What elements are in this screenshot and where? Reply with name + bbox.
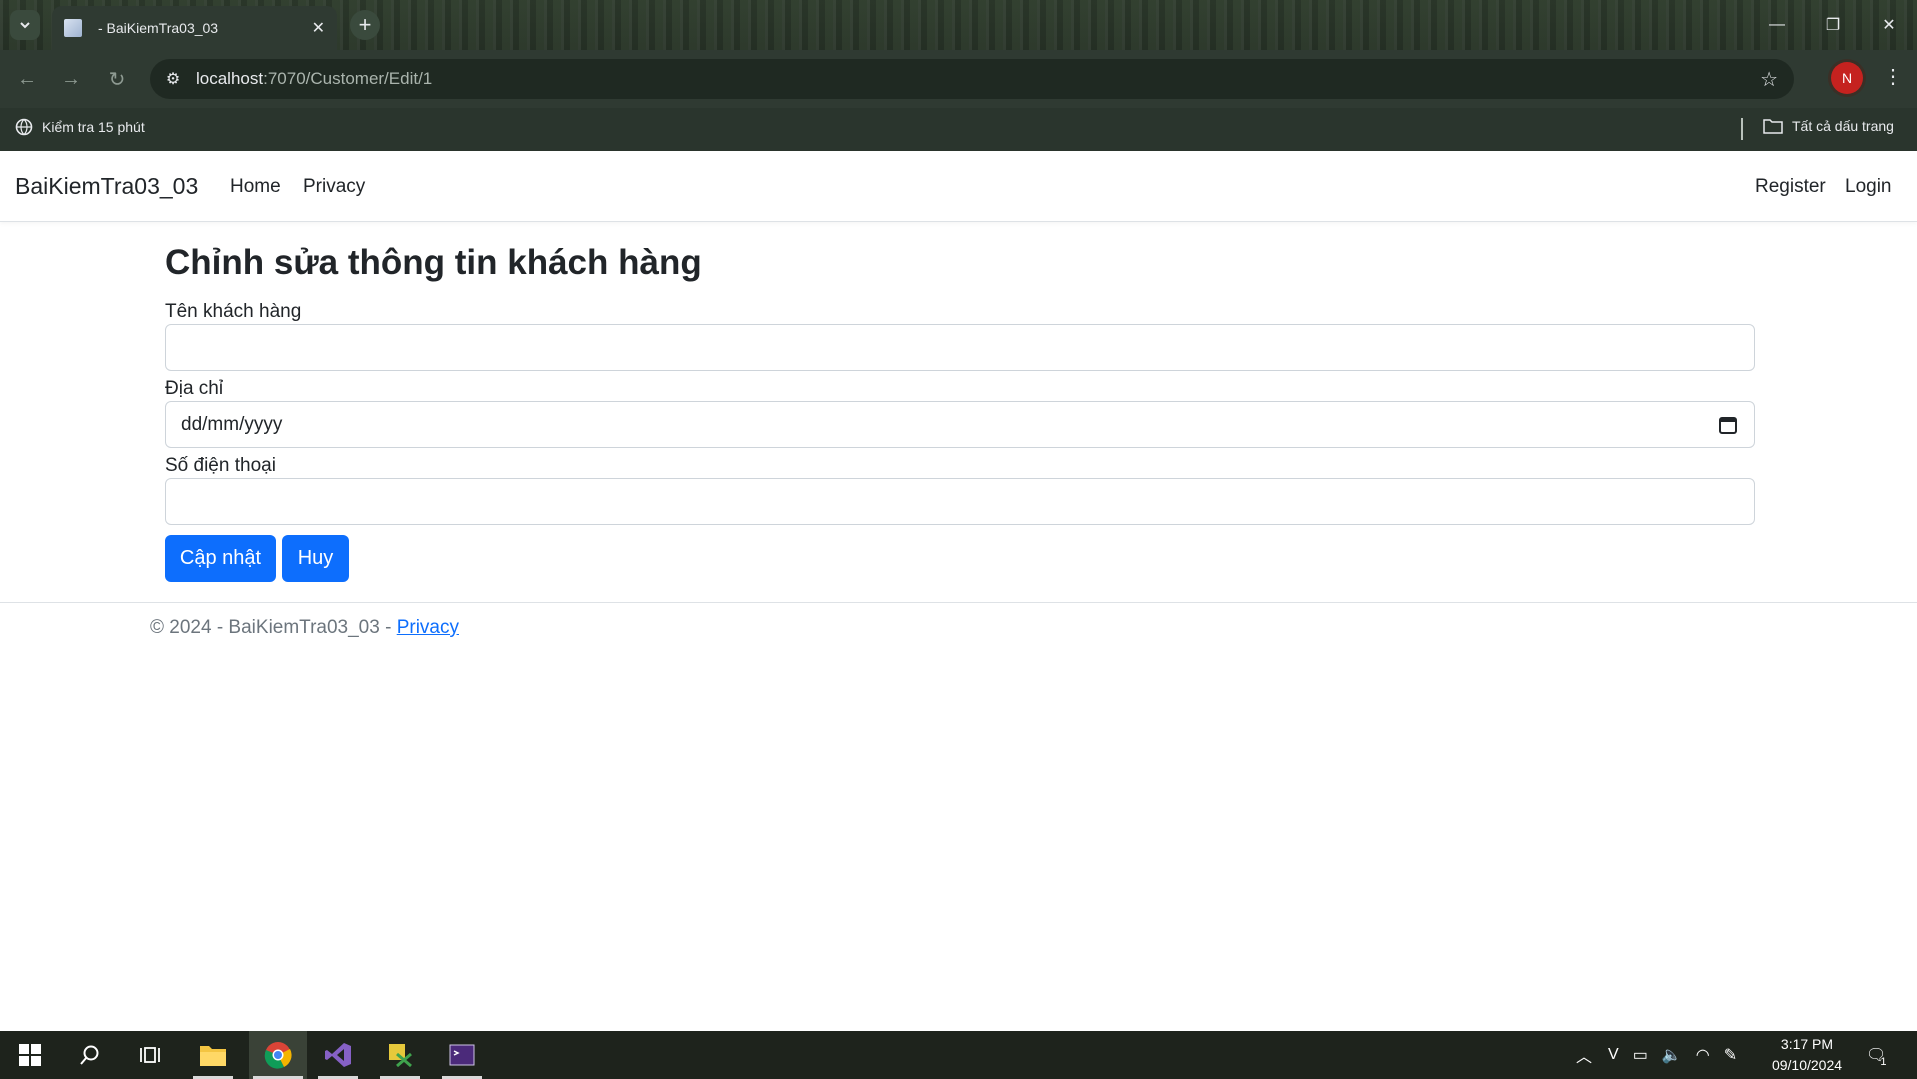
wifi-icon[interactable]: ◠ xyxy=(1696,1045,1710,1065)
nav-link-register[interactable]: Register xyxy=(1755,176,1826,198)
plus-icon: + xyxy=(358,12,372,37)
footer-privacy-link[interactable]: Privacy xyxy=(397,617,459,638)
app-tool-icon xyxy=(389,1044,412,1068)
cancel-button[interactable]: Huy xyxy=(282,535,349,582)
start-button[interactable] xyxy=(6,1031,54,1079)
close-icon[interactable]: ✕ xyxy=(312,18,325,38)
folder-icon xyxy=(200,1046,226,1066)
restore-button[interactable]: ❐ xyxy=(1805,0,1861,50)
globe-icon xyxy=(15,118,33,136)
url-host: localhost xyxy=(196,69,264,88)
web-page: BaiKiemTra03_03 Home Privacy Register Lo… xyxy=(0,151,1917,1031)
pen-icon[interactable]: ✎ xyxy=(1724,1045,1737,1065)
calendar-icon[interactable] xyxy=(1718,415,1738,435)
bookmark-label: Kiểm tra 15 phút xyxy=(42,119,145,135)
arrow-right-icon: → xyxy=(61,67,81,90)
address-value: dd/mm/yyyy xyxy=(181,413,283,435)
site-settings-icon[interactable]: ⚙ xyxy=(158,69,188,89)
folder-icon xyxy=(1763,119,1783,134)
address-bar[interactable]: ⚙ localhost:7070/Customer/Edit/1 ☆ xyxy=(150,59,1794,99)
phone-input[interactable] xyxy=(165,478,1755,525)
customer-name-label: Tên khách hàng xyxy=(165,301,302,322)
clock-time: 3:17 PM xyxy=(1780,1036,1834,1052)
notification-center-button[interactable]: 🗨 1 xyxy=(1866,1031,1886,1079)
clock-date: 09/10/2024 xyxy=(1771,1057,1843,1073)
customer-name-input[interactable] xyxy=(165,324,1755,371)
browser-toolbar: ← → ↻ ⚙ localhost:7070/Customer/Edit/1 ☆… xyxy=(0,50,1917,108)
bookmark-item[interactable]: Kiểm tra 15 phút xyxy=(15,118,145,136)
new-tab-button[interactable]: + xyxy=(350,10,380,40)
browser-tab[interactable]: - BaiKiemTra03_03 ✕ xyxy=(52,6,337,50)
bookmark-label: Tất cả dấu trang xyxy=(1792,118,1894,134)
restore-icon: ❐ xyxy=(1825,17,1841,34)
system-tray: ︿ V ▭ 🔈 ◠ ✎ xyxy=(1576,1031,1737,1079)
terminal-icon xyxy=(449,1044,475,1066)
battery-icon[interactable]: ▭ xyxy=(1633,1045,1648,1065)
tab-strip: - BaiKiemTra03_03 ✕ + — ❐ ✕ xyxy=(0,0,1917,50)
volume-icon[interactable]: 🔈 xyxy=(1662,1045,1682,1065)
tab-search-button[interactable] xyxy=(10,10,40,40)
windows-taskbar: ︿ V ▭ 🔈 ◠ ✎ 3:17 PM 09/10/2024 🗨 1 xyxy=(0,1031,1917,1079)
more-menu-icon[interactable]: ⋮ xyxy=(1883,64,1903,89)
site-navbar: BaiKiemTra03_03 Home Privacy Register Lo… xyxy=(0,151,1917,222)
tab-title: - BaiKiemTra03_03 xyxy=(98,20,219,36)
chrome-icon xyxy=(264,1042,292,1069)
page-title: Chỉnh sửa thông tin khách hàng xyxy=(165,243,702,282)
url-path: :7070/Customer/Edit/1 xyxy=(263,69,433,88)
phone-label: Số điện thoại xyxy=(165,455,276,476)
taskbar-app-file-explorer[interactable] xyxy=(189,1031,237,1079)
visual-studio-icon xyxy=(325,1043,351,1067)
close-window-button[interactable]: ✕ xyxy=(1861,0,1917,50)
taskbar-clock[interactable]: 3:17 PM 09/10/2024 xyxy=(1762,1034,1852,1076)
chevron-down-icon xyxy=(20,22,30,29)
windows-logo-icon xyxy=(19,1044,41,1066)
window-controls: — ❐ ✕ xyxy=(1749,0,1917,50)
address-label: Địa chỉ xyxy=(165,378,224,399)
update-button[interactable]: Cập nhật xyxy=(165,535,276,582)
bookmarks-bar: Kiểm tra 15 phút Tất cả dấu trang xyxy=(0,108,1917,151)
taskbar-search-button[interactable] xyxy=(66,1031,114,1079)
minimize-button[interactable]: — xyxy=(1749,0,1805,50)
taskbar-app-tool[interactable] xyxy=(376,1031,424,1079)
forward-button[interactable]: → xyxy=(56,64,86,94)
footer-text: © 2024 - BaiKiemTra03_03 - Privacy xyxy=(150,617,459,639)
taskbar-app-chrome[interactable] xyxy=(249,1031,307,1079)
close-icon: ✕ xyxy=(1882,17,1896,34)
reload-button[interactable]: ↻ xyxy=(102,64,132,94)
site-footer: © 2024 - BaiKiemTra03_03 - Privacy xyxy=(0,602,1917,663)
minimize-icon: — xyxy=(1769,16,1785,33)
vpn-icon[interactable]: V xyxy=(1608,1046,1619,1064)
task-view-icon xyxy=(140,1047,160,1063)
browser-chrome: - BaiKiemTra03_03 ✕ + — ❐ ✕ ← → ↻ ⚙ loca… xyxy=(0,0,1917,151)
bookmarks-separator xyxy=(1741,118,1743,140)
chevron-up-icon[interactable]: ︿ xyxy=(1576,1043,1592,1067)
bookmark-star-icon[interactable]: ☆ xyxy=(1760,67,1778,92)
search-icon xyxy=(80,1045,99,1065)
task-view-button[interactable] xyxy=(126,1031,174,1079)
reload-icon: ↻ xyxy=(108,68,126,91)
copyright-text: © 2024 - BaiKiemTra03_03 - xyxy=(150,617,397,638)
profile-avatar[interactable]: N xyxy=(1831,62,1863,94)
nav-link-login[interactable]: Login xyxy=(1845,176,1892,198)
notification-count: 1 xyxy=(1880,1056,1887,1068)
nav-link-home[interactable]: Home xyxy=(230,176,281,198)
navbar-brand[interactable]: BaiKiemTra03_03 xyxy=(15,173,198,200)
page-favicon-icon xyxy=(64,19,82,37)
nav-link-privacy[interactable]: Privacy xyxy=(303,176,365,198)
taskbar-app-visual-studio[interactable] xyxy=(314,1031,362,1079)
back-button[interactable]: ← xyxy=(12,64,42,94)
arrow-left-icon: ← xyxy=(17,67,37,90)
address-date-input[interactable]: dd/mm/yyyy xyxy=(165,401,1755,448)
url-text: localhost:7070/Customer/Edit/1 xyxy=(196,69,432,89)
all-bookmarks-item[interactable]: Tất cả dấu trang xyxy=(1763,118,1894,134)
taskbar-app-terminal[interactable] xyxy=(438,1031,486,1079)
